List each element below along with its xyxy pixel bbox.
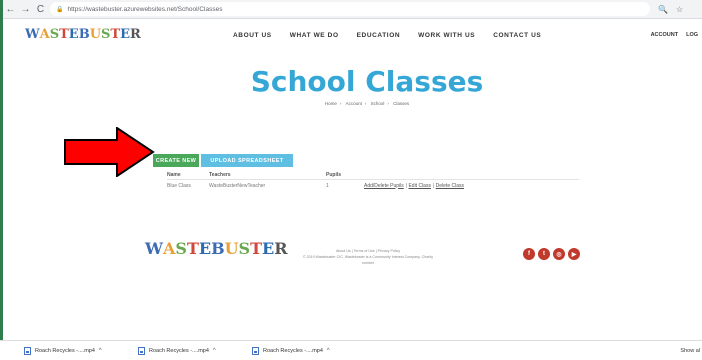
reload-button[interactable]: C	[33, 4, 48, 15]
zoom-icon[interactable]: 🔍	[658, 5, 668, 14]
download-item[interactable]: Roach Recycles -....mp4 ^	[252, 346, 342, 355]
nav-contact-us[interactable]: CONTACT US	[493, 32, 541, 39]
youtube-icon[interactable]: ▶	[568, 248, 580, 260]
website: WASTEBUSTER ABOUT US WHAT WE DO EDUCATIO…	[3, 19, 702, 340]
forward-button[interactable]: →	[18, 4, 33, 15]
download-filename: Roach Recycles -....mp4	[149, 347, 209, 354]
file-icon	[252, 346, 259, 355]
header-pupils: Pupils	[326, 171, 342, 178]
instagram-icon[interactable]: ◎	[553, 248, 565, 260]
chevron-up-icon[interactable]: ^	[327, 348, 330, 354]
chevron-up-icon[interactable]: ^	[99, 348, 102, 354]
site-logo[interactable]: WASTEBUSTER	[25, 27, 141, 42]
download-filename: Roach Recycles -....mp4	[263, 347, 323, 354]
class-name: Blue Class	[167, 182, 191, 189]
facebook-icon[interactable]: f	[523, 248, 535, 260]
page-title: School Classes	[250, 65, 484, 98]
lock-icon: 🔒	[56, 6, 64, 13]
star-icon[interactable]: ☆	[676, 5, 683, 14]
table-header: Name Teachers Pupils	[167, 170, 579, 180]
download-filename: Roach Recycles -....mp4	[35, 347, 95, 354]
upload-spreadsheet-button[interactable]: UPLOAD SPREADSHEET	[201, 154, 293, 167]
table-row: Blue Class WasteBusterNewTeacher 1 Add/D…	[167, 180, 579, 191]
classes-table: Name Teachers Pupils Blue Class WasteBus…	[167, 170, 579, 191]
nav-log[interactable]: LOG	[686, 32, 698, 38]
class-actions: Add/Delete Pupils | Edit Class | Delete Cl…	[364, 182, 465, 189]
main-nav: ABOUT US WHAT WE DO EDUCATION WORK WITH …	[233, 32, 541, 39]
nav-what-we-do[interactable]: WHAT WE DO	[290, 32, 339, 39]
nav-account[interactable]: ACCOUNT	[651, 32, 679, 38]
nav-work-with-us[interactable]: WORK WITH US	[418, 32, 475, 39]
file-icon	[138, 346, 145, 355]
account-nav: ACCOUNT LOG	[651, 32, 698, 38]
add-delete-pupils-link[interactable]: Add/Delete Pupils	[364, 183, 404, 189]
header-name: Name	[167, 171, 181, 178]
header-teachers: Teachers	[209, 171, 231, 178]
footer-text: About Us | Terms of Use | Privacy Policy…	[300, 248, 436, 266]
class-pupils: 1	[326, 182, 329, 189]
browser-toolbar: ← → C 🔒 https://wastebuster.azurewebsite…	[3, 0, 702, 19]
site-header: WASTEBUSTER ABOUT US WHAT WE DO EDUCATIO…	[3, 19, 702, 53]
social-links: f t ◎ ▶	[523, 248, 580, 260]
downloads-bar: Roach Recycles -....mp4 ^ Roach Recycles…	[0, 340, 702, 360]
twitter-icon[interactable]: t	[538, 248, 550, 260]
nav-education[interactable]: EDUCATION	[357, 32, 401, 39]
back-button[interactable]: ←	[3, 4, 18, 15]
red-arrow-annotation	[64, 127, 155, 177]
class-teachers: WasteBusterNewTeacher	[209, 182, 266, 189]
show-all-button[interactable]: Show al	[680, 348, 700, 354]
download-item[interactable]: Roach Recycles -....mp4 ^	[24, 346, 114, 355]
edit-class-link[interactable]: Edit Class	[408, 183, 431, 189]
delete-class-link[interactable]: Delete Class	[436, 183, 464, 189]
file-icon	[24, 346, 31, 355]
breadcrumb-account[interactable]: Account	[346, 101, 362, 106]
create-new-button[interactable]: CREATE NEW	[153, 154, 199, 167]
breadcrumb: Home › Account › School › Classes	[324, 101, 410, 106]
download-item[interactable]: Roach Recycles -....mp4 ^	[138, 346, 228, 355]
breadcrumb-classes: Classes	[393, 101, 410, 106]
breadcrumb-school[interactable]: School	[371, 101, 385, 106]
url-text: https://wastebuster.azurewebsites.net/Sc…	[67, 5, 223, 13]
footer-copyright: © 2019 Wastebuster CIC. Wastebuster is a…	[302, 255, 434, 265]
footer-logo[interactable]: WASTEBUSTER	[145, 239, 288, 258]
chevron-up-icon[interactable]: ^	[213, 348, 216, 354]
breadcrumb-home[interactable]: Home	[325, 101, 337, 106]
address-bar[interactable]: 🔒 https://wastebuster.azurewebsites.net/…	[50, 2, 650, 16]
nav-about-us[interactable]: ABOUT US	[233, 32, 272, 39]
